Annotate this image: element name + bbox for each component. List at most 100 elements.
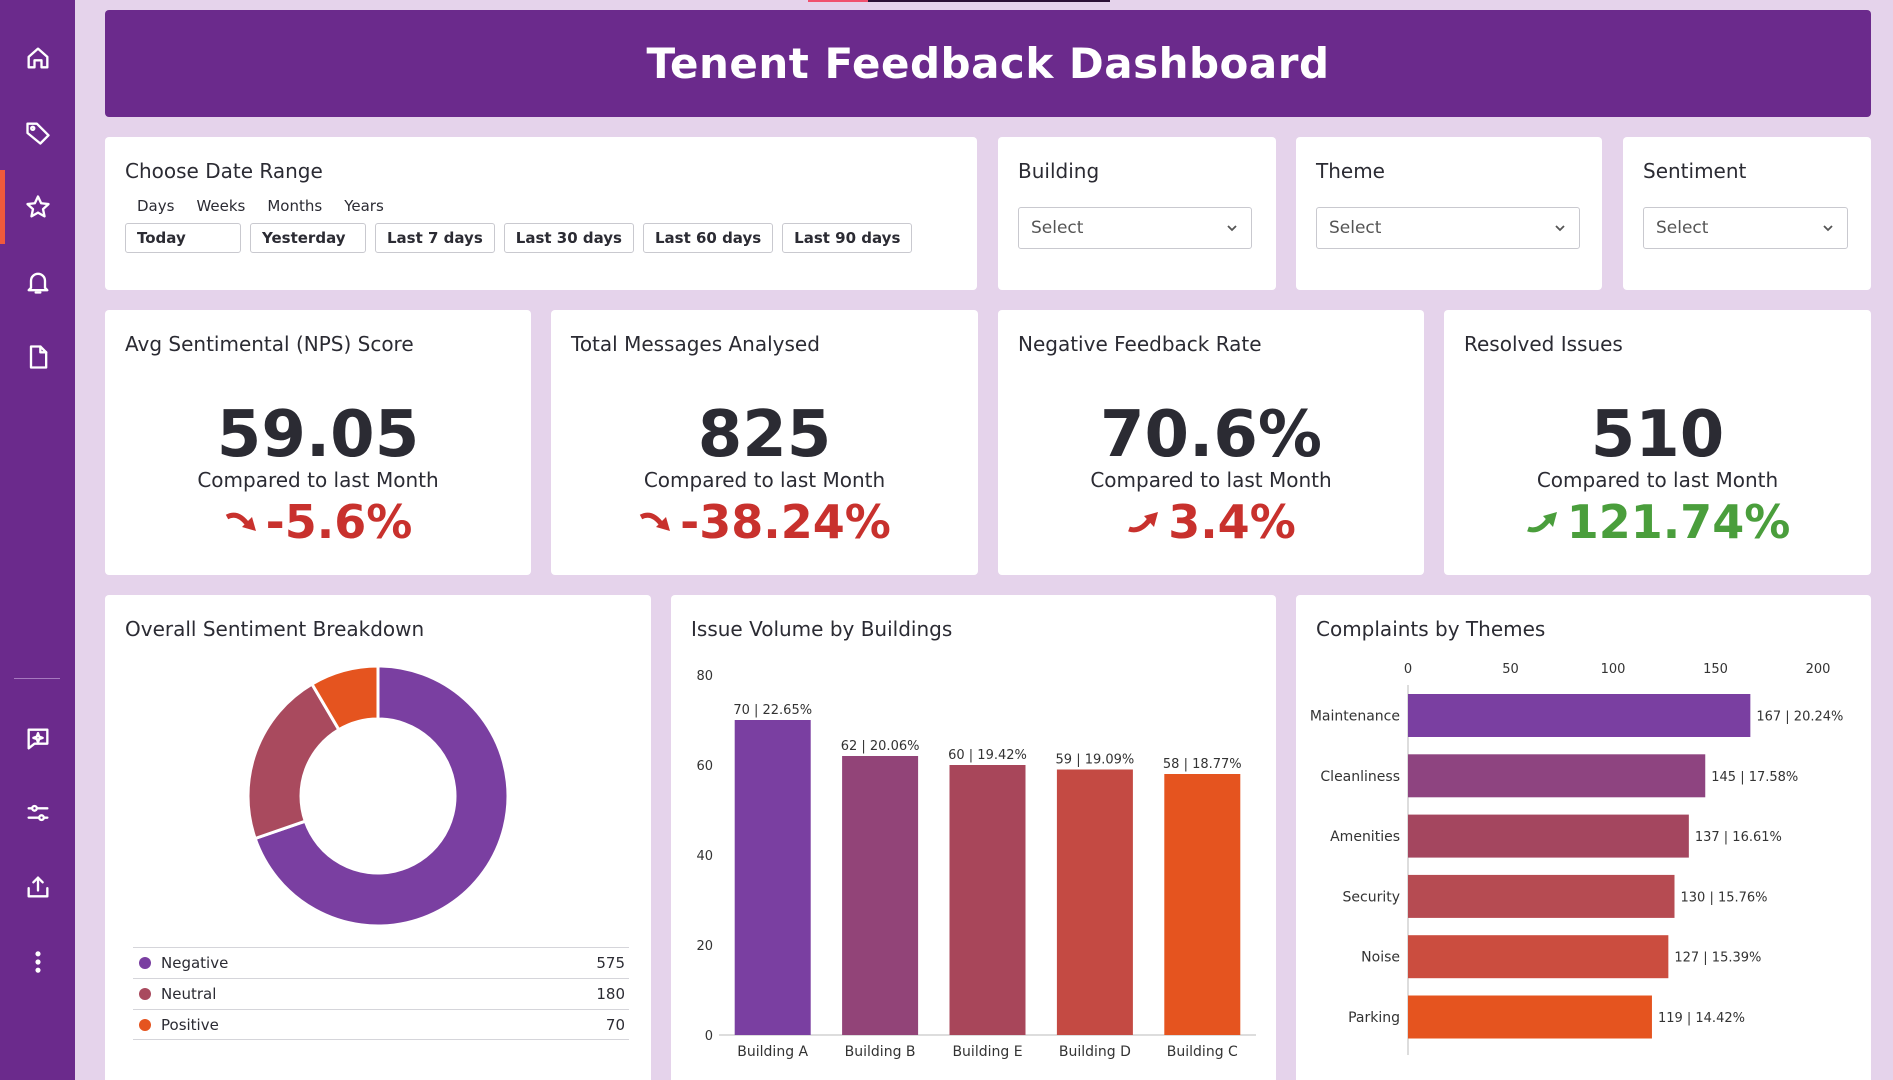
kpi-subtitle: Compared to last Month — [197, 468, 439, 492]
sidebar-item-documents[interactable] — [0, 320, 75, 394]
sentiment-select[interactable]: Select — [1643, 207, 1848, 249]
trend-down-icon — [639, 512, 671, 531]
legend-value: 70 — [605, 1015, 625, 1034]
kpi-subtitle: Compared to last Month — [1536, 468, 1779, 492]
chevron-down-icon — [1227, 225, 1237, 232]
bar-building-c[interactable] — [1164, 774, 1241, 1035]
x-tick-label: Building B — [845, 1044, 916, 1060]
kpi-value: 59.05 — [216, 398, 420, 472]
legend-value: 575 — [596, 954, 625, 972]
kpi-change: 121.74% — [1444, 495, 1871, 549]
bar-amenities[interactable] — [1408, 814, 1689, 858]
kpi-change-value: -5.6% — [265, 495, 413, 549]
dashboard-header: Tenent Feedback Dashboard — [105, 10, 1871, 117]
bar-building-d[interactable] — [1056, 769, 1133, 1036]
kpi-change-value: -38.24% — [680, 495, 891, 549]
bar-parking[interactable] — [1408, 995, 1652, 1039]
sparkle-chat-icon — [27, 728, 48, 750]
date-preset-buttons: Today Yesterday Last 7 days Last 30 days… — [125, 223, 913, 253]
x-tick-label: 150 — [1703, 662, 1728, 677]
sentiment-filter-card: Sentiment Select — [1623, 137, 1871, 290]
tag-icon — [25, 122, 50, 145]
tab-days[interactable]: Days — [137, 197, 174, 215]
last-30-days-button[interactable]: Last 30 days — [503, 223, 634, 253]
sidebar-item-filters[interactable] — [0, 776, 75, 850]
sidebar-item-export[interactable] — [0, 850, 75, 924]
y-tick-label: Amenities — [1330, 829, 1400, 845]
theme-select[interactable]: Select — [1316, 207, 1580, 249]
kpi-title: Negative Feedback Rate — [1018, 332, 1262, 356]
tab-months[interactable]: Months — [267, 197, 322, 215]
legend-swatch — [139, 1018, 151, 1031]
legend-swatch — [139, 988, 151, 1000]
x-tick-label: Building C — [1167, 1044, 1238, 1060]
sidebar-item-ai-insights[interactable] — [0, 702, 75, 776]
yesterday-button[interactable]: Yesterday — [250, 223, 366, 253]
sidebar-item-tags[interactable] — [0, 96, 75, 170]
bar-data-label: 58 | 18.77% — [1163, 757, 1242, 772]
bar-maintenance[interactable] — [1408, 694, 1751, 737]
last-60-days-button[interactable]: Last 60 days — [642, 223, 774, 253]
building-select[interactable]: Select — [1018, 207, 1252, 249]
sidebar-item-favorites[interactable] — [0, 170, 75, 244]
bar-security[interactable] — [1408, 874, 1675, 918]
complaints-themes-card: Complaints by Themes 0 50 100 150 200 Mainten… — [1296, 595, 1871, 1080]
legend-row-positive: Positive 70 — [133, 1009, 629, 1040]
y-tick-label: 40 — [696, 849, 713, 864]
tab-years[interactable]: Years — [344, 197, 384, 215]
bar-building-a[interactable] — [734, 720, 811, 1035]
building-filter-title: Building — [1018, 159, 1100, 183]
kpi-change-value: 3.4% — [1168, 495, 1296, 549]
x-tick-label: 200 — [1806, 662, 1831, 677]
bar-noise[interactable] — [1408, 935, 1669, 979]
y-tick-label: Security — [1343, 889, 1401, 905]
last-7-days-button[interactable]: Last 7 days — [375, 223, 495, 253]
bar-data-label: 59 | 19.09% — [1056, 753, 1135, 768]
x-tick-label: Building A — [737, 1044, 808, 1060]
kpi-title: Total Messages Analysed — [571, 332, 820, 356]
bell-icon — [27, 272, 48, 294]
chevron-down-icon — [1555, 225, 1565, 232]
x-tick-label: Building D — [1059, 1044, 1131, 1060]
legend-row-negative: Negative 575 — [133, 947, 629, 978]
kpi-change: 3.4% — [998, 495, 1424, 549]
y-tick-label: 60 — [696, 759, 713, 774]
kpi-card-nps: Avg Sentimental (NPS) Score 59.05 Compar… — [105, 310, 531, 575]
kpi-card-resolved: Resolved Issues 510 Compared to last Mon… — [1444, 310, 1871, 575]
legend-label: Positive — [161, 1015, 219, 1034]
trend-up-icon — [1128, 512, 1159, 533]
bar-data-label: 167 | 20.24% — [1756, 710, 1843, 725]
bar-building-e[interactable] — [949, 765, 1026, 1035]
bar-data-label: 127 | 15.39% — [1674, 951, 1761, 966]
home-icon — [27, 47, 48, 69]
y-tick-label: 0 — [705, 1029, 713, 1044]
x-tick-label: 100 — [1601, 662, 1626, 677]
export-icon — [27, 876, 48, 898]
date-range-title: Choose Date Range — [125, 159, 323, 183]
tab-weeks[interactable]: Weeks — [196, 197, 245, 215]
last-90-days-button[interactable]: Last 90 days — [782, 223, 913, 253]
y-tick-label: Maintenance — [1310, 709, 1400, 725]
x-tick-label: 0 — [1404, 662, 1412, 677]
sidebar-item-home[interactable] — [0, 21, 75, 95]
bar-data-label: 137 | 16.61% — [1695, 830, 1782, 845]
sliders-icon — [27, 804, 48, 822]
kpi-title: Avg Sentimental (NPS) Score — [125, 332, 414, 356]
bar-building-b[interactable] — [842, 756, 919, 1035]
bar-data-label: 119 | 14.42% — [1658, 1011, 1745, 1026]
legend-row-neutral: Neutral 180 — [133, 978, 629, 1009]
header-accent — [808, 0, 1110, 2]
document-icon — [29, 345, 47, 369]
sidebar-item-more[interactable] — [0, 925, 75, 999]
bar-data-label: 70 | 22.65% — [733, 703, 812, 718]
sidebar-item-notifications[interactable] — [0, 245, 75, 319]
bar-data-label: 145 | 17.58% — [1711, 770, 1798, 785]
kpi-value: 510 — [1590, 398, 1725, 472]
date-range-card: Choose Date Range Days Weeks Months Year… — [105, 137, 977, 290]
legend-label: Negative — [161, 954, 229, 972]
today-button[interactable]: Today — [125, 223, 241, 253]
kpi-subtitle: Compared to last Month — [643, 468, 886, 492]
bar-data-label: 62 | 20.06% — [841, 739, 920, 754]
x-tick-label: Building E — [952, 1044, 1022, 1060]
bar-cleanliness[interactable] — [1408, 754, 1706, 798]
